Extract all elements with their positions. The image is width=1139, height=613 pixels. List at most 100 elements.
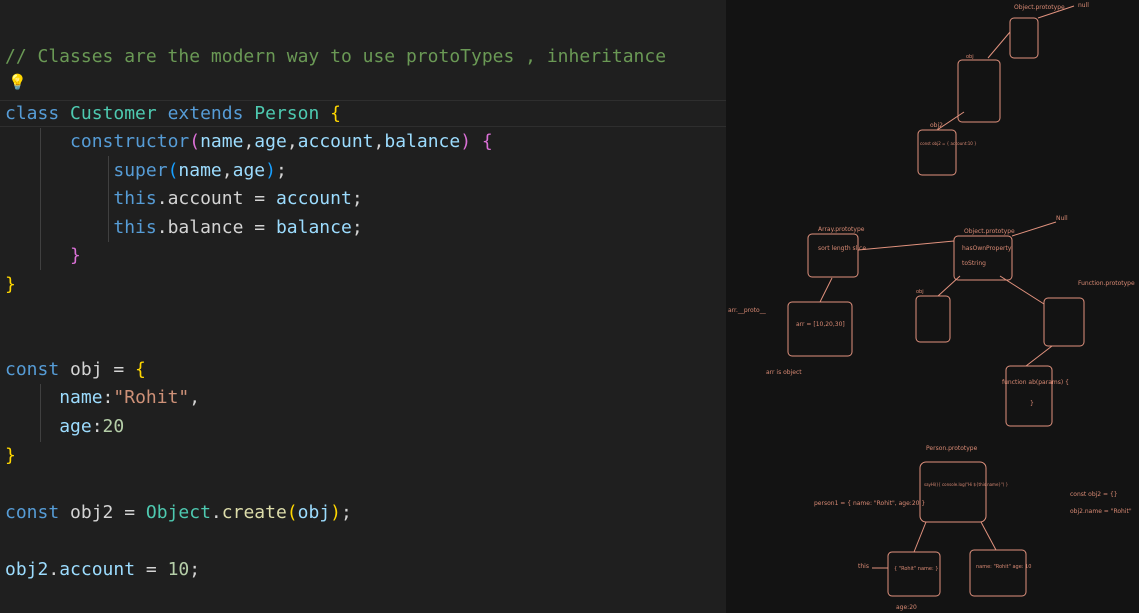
code-line[interactable]: super(name,age); [5,157,287,185]
code-token: age [232,160,266,181]
code-token: ) [460,131,472,152]
function-close: } [1030,400,1034,407]
code-line[interactable]: constructor(name,age,account,balance) { [5,128,493,156]
code-line[interactable]: obj2.account = 10; [5,556,200,584]
label-object-prototype: Object.prototype [1014,4,1065,11]
code-token: .account = [156,188,276,209]
lightbulb-icon[interactable]: 💡 [8,73,27,91]
code-token: { [330,103,341,124]
code-token: } [70,245,81,266]
code-line[interactable]: } [5,242,81,270]
obj2-box [917,129,957,176]
code-token: name [200,131,244,152]
code-token: create [221,502,287,523]
code-token: .balance = [156,217,276,238]
code-line[interactable]: // Classes are the modern way to use pro… [5,43,666,71]
code-token: obj = [59,359,136,380]
code-token: : [102,387,114,408]
code-token: ( [189,131,201,152]
array-prototype-box [807,233,859,278]
object-prototype-box-2 [953,235,1013,281]
code-token: Person [254,103,320,124]
label-this: this [858,563,869,570]
arrow [1025,345,1053,367]
code-token: ; [189,559,201,580]
code-line[interactable]: const obj2 = Object.create(obj); [5,499,352,527]
label-array-prototype: Array.prototype [818,226,865,233]
code-token: this [113,188,157,209]
label-null: null [1078,2,1089,9]
code-token: class [5,103,60,124]
code-line[interactable]: name:"Rohit", [5,384,200,412]
code-line[interactable]: age:20 [5,413,124,441]
code-token: 20 [102,416,125,437]
label-null-2: Null [1056,215,1068,222]
code-token: account [59,559,136,580]
code-token: const [5,502,60,523]
code-token: Object [145,502,211,523]
code-token: name [178,160,222,181]
code-token: super [113,160,168,181]
code-token: . [48,559,60,580]
code-token: age [59,416,92,437]
right-note-1: const obj2 = {} [1070,491,1118,498]
code-token: // Classes are the modern way to use pro… [5,46,667,67]
code-token: , [221,160,233,181]
code-token: account [297,131,374,152]
function-decl: function ab(params) { [1002,379,1069,386]
obj-box [957,59,1001,123]
code-token: . [210,502,222,523]
arrow [980,521,997,551]
code-editor[interactable]: 💡 // Classes are the modern way to use p… [0,0,726,613]
arrow [913,521,927,553]
code-line[interactable]: const obj = { [5,356,146,384]
arrow [987,31,1011,59]
code-token: balance [275,217,352,238]
arrow [1011,221,1057,237]
code-token: account [275,188,352,209]
code-line[interactable]: } [5,442,16,470]
person-box-text: sayHi(){ console.log("Hi ${this.name}") … [924,482,1009,487]
code-token: "Rohit" [113,387,190,408]
arr-box-text: arr = [10,20,30] [796,321,845,328]
object-prototype-box [1009,17,1039,59]
arrow [937,275,961,297]
code-token: ; [351,188,363,209]
whiteboard-svg: Object.prototype null obj obj2 const obj… [728,2,1135,611]
code-token: ( [167,160,179,181]
code-token: : [91,416,103,437]
child-box [969,549,1027,597]
child-box-text: name: "Rohit" age: 10 [976,564,1031,570]
code-line[interactable]: this.balance = balance; [5,214,362,242]
label-arr-object: arr is object [766,369,802,376]
arrow [999,275,1045,305]
code-token: } [5,274,16,295]
code-token: this [113,217,157,238]
label-arr-proto: arr.__proto__ [728,307,767,314]
code-token: ; [275,160,287,181]
this-box-text: { "Rohit" name: } [894,566,938,572]
code-line[interactable]: this.account = account; [5,185,363,213]
code-line[interactable]: class Customer extends Person { [5,100,341,128]
code-token: Customer [70,103,157,124]
function-prototype-box [1043,297,1085,347]
code-token: obj2 [5,559,49,580]
code-token: obj2 = [59,502,146,523]
code-token: ) [265,160,276,181]
code-line[interactable]: } [5,271,16,299]
whiteboard-diagram: Object.prototype null obj obj2 const obj… [726,0,1139,613]
obj-box-2 [915,295,951,343]
code-token: ; [341,502,352,523]
arr-box [787,301,853,357]
label-age20: age:20 [896,604,917,611]
code-token: , [286,131,298,152]
code-token: const [5,359,60,380]
